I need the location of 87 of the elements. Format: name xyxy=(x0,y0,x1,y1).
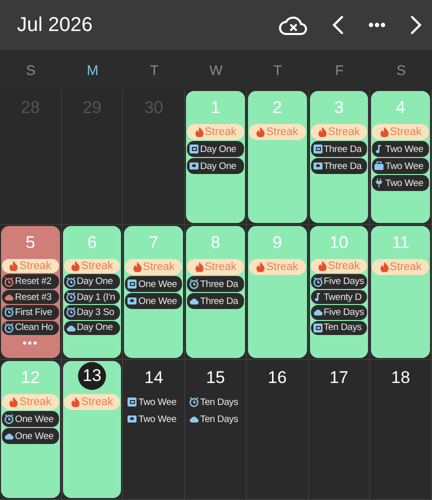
weekday-label: W xyxy=(208,62,224,78)
event-pill[interactable]: Day One xyxy=(64,274,120,289)
event-pill[interactable]: Two Wee xyxy=(125,394,182,410)
event-pill[interactable]: Day One xyxy=(64,320,120,335)
flame-icon xyxy=(380,262,389,272)
flame-icon xyxy=(380,127,389,137)
event-pill[interactable]: One Wee xyxy=(2,411,59,427)
day-number: 5 xyxy=(26,232,36,254)
day-number: 9 xyxy=(272,232,282,254)
day-number: 1 xyxy=(210,97,220,119)
day-number: 14 xyxy=(144,367,164,389)
day-cell[interactable]: 16 xyxy=(248,361,307,498)
weekday-label: F xyxy=(334,62,345,78)
cloud-off-icon[interactable] xyxy=(278,14,308,36)
event-pill[interactable]: Ten Days xyxy=(187,411,244,427)
event-pill[interactable]: Two Wee xyxy=(372,158,429,174)
weekday-label: T xyxy=(272,62,283,78)
day-tile[interactable]: 8 Streak Three Da Three Da xyxy=(186,226,245,358)
day-number: 13 xyxy=(78,362,106,390)
day-number: 12 xyxy=(20,367,40,389)
day-tile[interactable]: 6 Streak Day One Day 1 (I'n Day 3 So Day One xyxy=(62,226,122,358)
event-pill[interactable]: Two Wee xyxy=(372,141,429,157)
day-number: 3 xyxy=(334,97,344,119)
event-pill[interactable]: Three Da xyxy=(310,141,368,157)
day-cell[interactable]: 15 Ten Days Ten Days xyxy=(186,361,245,498)
event-pill[interactable]: One Wee xyxy=(125,276,182,292)
day-tile[interactable]: 1 Streak Day One Day One xyxy=(186,91,245,223)
day-cell[interactable]: 17 xyxy=(310,361,368,498)
flame-icon xyxy=(194,127,204,137)
flame-icon xyxy=(71,261,80,272)
day-tile[interactable]: 10 Streak Five Days Twenty D Five Days Ten Days xyxy=(310,226,368,358)
event-pill[interactable]: Five Days xyxy=(310,305,368,320)
weekday-label: T xyxy=(149,62,160,78)
event-pill[interactable]: First Five xyxy=(2,305,59,320)
flame-icon xyxy=(318,127,328,137)
day-tile[interactable]: 4 Streak Two Wee Two Wee Two Wee xyxy=(371,91,430,223)
day-tile[interactable]: 7 Streak One Wee One Wee xyxy=(124,226,184,358)
event-pill[interactable]: One Wee xyxy=(2,428,59,444)
weekday-label: S xyxy=(395,62,407,78)
event-pill[interactable]: Three Da xyxy=(310,158,368,174)
event-pill[interactable]: Reset #3 xyxy=(2,290,59,304)
day-number: 10 xyxy=(329,232,348,254)
event-pill[interactable]: Day 3 So xyxy=(64,305,120,320)
flame-icon xyxy=(256,262,266,272)
day-number: 17 xyxy=(329,367,348,389)
event-pill[interactable]: Five Days xyxy=(310,274,368,289)
day-number: 4 xyxy=(396,97,406,119)
month-title: Jul 2026 xyxy=(17,14,93,36)
day-tile[interactable]: 5 Streak Reset #2 Reset #3 First Five Clean Ho ••• xyxy=(1,226,60,358)
event-pill[interactable]: Reset #2 xyxy=(2,274,59,289)
day-tile[interactable]: 12 Streak One Wee One Wee xyxy=(1,361,60,498)
flame-icon xyxy=(318,261,328,272)
day-tile[interactable]: 13 Streak xyxy=(62,361,122,498)
day-number: 6 xyxy=(87,232,97,254)
event-pill[interactable]: Day One xyxy=(187,158,244,174)
event-pill[interactable]: Two Wee xyxy=(125,411,182,427)
flame-icon xyxy=(194,262,204,272)
day-tile[interactable]: 3 Streak Three Da Three Da xyxy=(310,91,368,223)
event-pill[interactable]: Ten Days xyxy=(187,394,244,410)
event-pill[interactable]: Three Da xyxy=(187,276,244,292)
event-pill[interactable]: One Wee xyxy=(125,293,182,309)
day-number: 18 xyxy=(391,367,410,389)
weekday-label: S xyxy=(25,62,37,78)
flame-icon xyxy=(256,127,266,137)
more-icon[interactable] xyxy=(368,22,386,28)
previous-icon[interactable] xyxy=(332,15,344,35)
flame-icon xyxy=(132,262,142,272)
day-number: 16 xyxy=(268,367,287,389)
flame-icon xyxy=(9,397,18,407)
day-cell[interactable]: 18 xyxy=(371,361,430,498)
day-number: 11 xyxy=(392,232,410,254)
day-cell[interactable]: 14 Two Wee Two Wee xyxy=(124,361,184,498)
event-pill[interactable]: Twenty D xyxy=(310,290,368,304)
day-number: 8 xyxy=(210,232,220,254)
flame-icon xyxy=(71,397,80,407)
day-number: 7 xyxy=(149,232,159,254)
event-pill[interactable]: Two Wee xyxy=(372,175,429,191)
next-icon[interactable] xyxy=(410,15,422,35)
event-pill[interactable]: Day 1 (I'n xyxy=(64,290,120,304)
day-number: 15 xyxy=(206,367,225,389)
flame-icon xyxy=(9,261,18,272)
day-number: 2 xyxy=(272,97,282,119)
event-pill[interactable]: Three Da xyxy=(187,293,244,309)
event-pill[interactable]: Day One xyxy=(187,141,244,157)
weekday-label: M xyxy=(86,62,100,78)
event-pill[interactable]: Clean Ho xyxy=(2,320,59,335)
event-pill[interactable]: Ten Days xyxy=(310,320,368,335)
